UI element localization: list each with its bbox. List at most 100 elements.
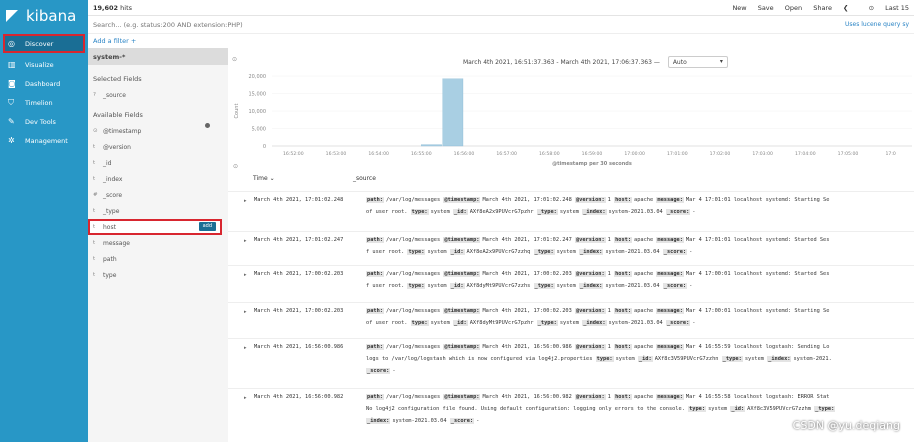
time-range-text: March 4th 2021, 16:51:37.363 - March 4th… bbox=[463, 58, 660, 66]
table-row[interactable]: ▸ March 4th 2021, 17:00:02.203 path:/var/l… bbox=[228, 265, 914, 300]
source-key: host: bbox=[614, 394, 633, 400]
field-index-item[interactable]: t _index bbox=[88, 171, 228, 187]
row-time: March 4th 2021, 17:01:02.248 bbox=[254, 197, 344, 203]
source-key: _type: bbox=[721, 356, 743, 362]
source-key: path: bbox=[366, 344, 384, 350]
collapse-sidebar-icon[interactable]: ⊙ bbox=[232, 56, 237, 63]
source-key: _index: bbox=[579, 249, 604, 255]
table-row[interactable]: ▸ March 4th 2021, 17:00:02.203 path:/var/l… bbox=[228, 302, 914, 336]
source-value: /var/log/messages bbox=[385, 394, 441, 400]
source-value: apache bbox=[634, 237, 654, 243]
source-value: system bbox=[430, 209, 450, 215]
field-score-item[interactable]: # _score bbox=[88, 187, 228, 203]
source-key: @version: bbox=[574, 308, 606, 314]
interval-select[interactable]: Auto bbox=[667, 56, 728, 68]
field-type-item[interactable]: t _type bbox=[88, 203, 228, 219]
table-row[interactable]: ▸ March 4th 2021, 17:01:02.248 path:/var/l… bbox=[228, 191, 914, 229]
source-value: system bbox=[556, 249, 576, 255]
source-key: message: bbox=[656, 237, 684, 243]
add-field-button[interactable]: add bbox=[198, 222, 216, 231]
field-host-item[interactable]: t host add bbox=[88, 219, 222, 235]
source-value: system-2021.03.04 bbox=[605, 249, 660, 255]
sidebar-item-dev-tools[interactable]: ✎ Dev Tools bbox=[0, 112, 88, 131]
source-key: @version: bbox=[574, 237, 606, 243]
top-bar: 19,602 hits New Save Open Share ❮ ⊙ Last… bbox=[88, 0, 914, 16]
source-key: _index: bbox=[582, 320, 607, 326]
save-button[interactable]: Save bbox=[758, 4, 774, 12]
row-source: path:/var/log/messages @timestamp: March … bbox=[366, 305, 914, 329]
top-menu: New Save Open Share ❮ ⊙ Last 15 bbox=[723, 4, 909, 12]
source-line: of user root. type: system _id: AXf8dyMt9P… bbox=[366, 317, 914, 329]
compass-icon: ◎ bbox=[8, 38, 15, 48]
time-picker-button[interactable]: ⊙ Last 15 bbox=[860, 4, 909, 12]
source-line: f user root. type: system _id: AXf8eA2x9PU… bbox=[366, 246, 914, 258]
field-settings-gear-icon[interactable] bbox=[205, 123, 210, 128]
source-value: apache bbox=[634, 344, 654, 350]
source-value: No log4j2 configuration file found. Usin… bbox=[366, 406, 685, 412]
source-column-header: _source bbox=[353, 175, 376, 182]
time-range-label: Last 15 bbox=[885, 3, 909, 12]
sidebar-item-label: Dashboard bbox=[25, 79, 61, 88]
field-type-icon: t bbox=[93, 240, 96, 246]
source-key: host: bbox=[614, 237, 633, 243]
search-input[interactable] bbox=[93, 18, 653, 31]
field-version-item[interactable]: t @version bbox=[88, 139, 228, 155]
x-tick-label: 17:02:00 bbox=[710, 151, 731, 157]
new-button[interactable]: New bbox=[732, 4, 746, 12]
filter-row: Add a filter + bbox=[88, 34, 914, 48]
time-column-header[interactable]: Time ⌄ bbox=[253, 175, 353, 182]
histogram-chart: 20,000 15,000 10,000 5,000 0 Count 16:52:00 16:… bbox=[234, 74, 912, 167]
chevron-left-icon[interactable]: ❮ bbox=[843, 4, 848, 12]
field-type-item[interactable]: t type bbox=[88, 267, 228, 283]
open-button[interactable]: Open bbox=[785, 4, 802, 12]
sidebar-item-timelion[interactable]: ⛉ Timelion bbox=[0, 93, 88, 112]
toggle-chart-icon[interactable]: ⊙ bbox=[233, 163, 238, 170]
expand-row-icon[interactable]: ▸ bbox=[244, 345, 247, 351]
kibana-logo[interactable]: kibana bbox=[0, 0, 88, 32]
table-row[interactable]: ▸ March 4th 2021, 16:56:00.986 path:/var/l… bbox=[228, 338, 914, 386]
index-pattern-selector[interactable]: system-* bbox=[88, 48, 228, 65]
source-key: path: bbox=[366, 308, 384, 314]
source-value: system bbox=[559, 320, 579, 326]
source-key: type: bbox=[410, 209, 429, 215]
sidebar-item-visualize[interactable]: ▥ Visualize bbox=[0, 55, 88, 74]
source-value: March 4th 2021, 16:56:00.982 bbox=[482, 394, 572, 400]
field-id-item[interactable]: t _id bbox=[88, 155, 228, 171]
field-message-item[interactable]: t message bbox=[88, 235, 228, 251]
field-source-item[interactable]: ? _source bbox=[88, 87, 228, 103]
row-time: March 4th 2021, 17:00:02.203 bbox=[254, 308, 344, 314]
source-key: _id: bbox=[452, 209, 468, 215]
sidebar-item-dashboard[interactable]: ◙ Dashboard bbox=[0, 74, 88, 93]
source-line: path:/var/log/messages @timestamp: March … bbox=[366, 341, 914, 353]
expand-row-icon[interactable]: ▸ bbox=[244, 272, 247, 278]
source-value: system-2021.03.04 bbox=[608, 209, 663, 215]
expand-row-icon[interactable]: ▸ bbox=[244, 395, 247, 401]
y-tick-label: 20,000 bbox=[249, 74, 267, 80]
wrench-icon: ✎ bbox=[8, 116, 15, 126]
expand-row-icon[interactable]: ▸ bbox=[244, 198, 247, 204]
add-filter-link[interactable]: Add a filter + bbox=[93, 37, 136, 45]
source-value: /var/log/messages bbox=[385, 271, 441, 277]
sidebar-item-management[interactable]: ✲ Management bbox=[0, 131, 88, 150]
sidebar-item-label: Dev Tools bbox=[25, 117, 56, 126]
share-button[interactable]: Share bbox=[813, 4, 832, 12]
expand-row-icon[interactable]: ▸ bbox=[244, 238, 247, 244]
source-key: _type: bbox=[533, 283, 555, 289]
source-value: /var/log/messages bbox=[385, 344, 441, 350]
kibana-logo-icon bbox=[6, 10, 18, 22]
source-key: @version: bbox=[574, 344, 606, 350]
source-key: _index: bbox=[582, 209, 607, 215]
row-time: March 4th 2021, 17:00:02.203 bbox=[254, 271, 344, 277]
lucene-syntax-link[interactable]: Uses lucene query sy bbox=[845, 21, 909, 28]
sidebar-item-discover[interactable]: ◎ Discover bbox=[3, 34, 85, 53]
table-row[interactable]: ▸ March 4th 2021, 17:01:02.247 path:/var/l… bbox=[228, 231, 914, 263]
source-value: /var/log/messages bbox=[385, 237, 441, 243]
source-value: 1 bbox=[607, 237, 611, 243]
source-value: apache bbox=[634, 308, 654, 314]
source-line: No log4j2 configuration file found. Usin… bbox=[366, 403, 914, 415]
source-value: March 4th 2021, 17:00:02.203 bbox=[482, 308, 572, 314]
source-value: system-2021. bbox=[793, 356, 832, 362]
histogram-header: March 4th 2021, 16:51:37.363 - March 4th… bbox=[463, 56, 728, 68]
expand-row-icon[interactable]: ▸ bbox=[244, 309, 247, 315]
field-path-item[interactable]: t path bbox=[88, 251, 228, 267]
